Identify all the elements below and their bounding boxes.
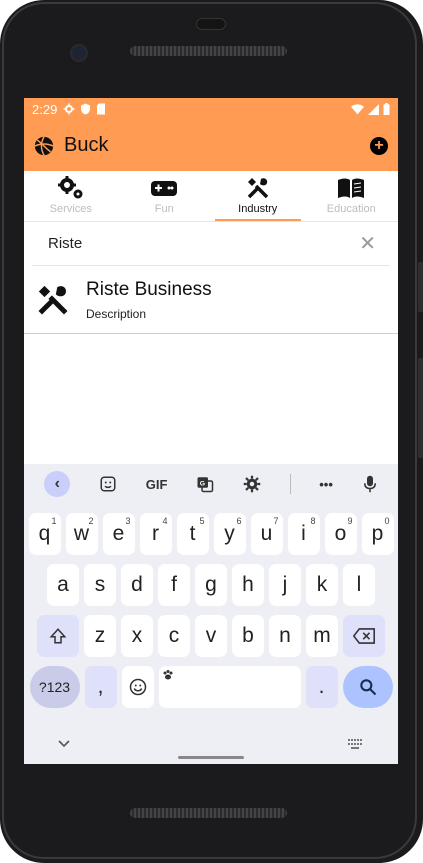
volume-button xyxy=(418,358,423,458)
tab-label: Education xyxy=(326,203,376,215)
shield-notification-icon xyxy=(81,103,91,115)
app-logo-icon xyxy=(34,135,54,156)
svg-text:G: G xyxy=(200,481,205,488)
gears-icon xyxy=(57,176,83,199)
search-icon xyxy=(359,679,376,696)
keyboard-icon[interactable] xyxy=(348,739,364,749)
backspace-key[interactable] xyxy=(343,615,385,657)
tab-industry[interactable]: Industry xyxy=(211,171,305,221)
key-a[interactable]: a xyxy=(47,564,79,606)
key-b[interactable]: b xyxy=(232,615,264,657)
key-r[interactable]: r4 xyxy=(139,513,172,555)
key-y[interactable]: y6 xyxy=(213,513,246,555)
category-tabs: Services Fun Industry Education xyxy=(24,171,398,222)
key-x[interactable]: x xyxy=(121,615,153,657)
paw-icon xyxy=(163,670,172,680)
mic-icon[interactable] xyxy=(362,475,378,493)
emoji-icon xyxy=(129,678,146,696)
keyboard-row-3: z x c v b n m xyxy=(24,615,398,657)
sdcard-notification-icon xyxy=(97,103,106,115)
tab-fun[interactable]: Fun xyxy=(118,171,212,221)
tools-icon xyxy=(247,178,268,199)
home-indicator[interactable] xyxy=(178,756,244,759)
result-title: Riste Business xyxy=(86,278,212,300)
plus-circle-icon[interactable]: + xyxy=(370,136,388,155)
key-e[interactable]: e3 xyxy=(102,513,135,555)
chevron-down-icon[interactable] xyxy=(58,740,70,748)
earpiece xyxy=(196,18,226,30)
space-key[interactable] xyxy=(158,666,301,708)
backspace-icon xyxy=(353,628,375,644)
emoji-key[interactable] xyxy=(121,666,154,708)
key-c[interactable]: c xyxy=(158,615,190,657)
key-k[interactable]: k xyxy=(306,564,338,606)
tab-label: Services xyxy=(49,203,92,215)
key-d[interactable]: d xyxy=(121,564,153,606)
comma-key[interactable]: , xyxy=(84,666,117,708)
keyboard-row-1: q1 w2 e3 r4 t5 y6 u7 i8 o9 p0 xyxy=(24,513,398,555)
status-bar: 2:29 xyxy=(24,98,398,120)
tab-services[interactable]: Services xyxy=(24,171,118,221)
key-z[interactable]: z xyxy=(84,615,116,657)
key-g[interactable]: g xyxy=(195,564,227,606)
key-u[interactable]: u7 xyxy=(250,513,283,555)
shift-icon xyxy=(49,628,67,644)
key-l[interactable]: l xyxy=(343,564,375,606)
symbols-key[interactable]: ?123 xyxy=(29,666,80,708)
screen: 2:29 Buck + Services Fun Industry Educat… xyxy=(24,98,398,764)
translate-icon[interactable]: G xyxy=(196,475,214,493)
gif-button[interactable]: GIF xyxy=(146,477,168,492)
settings-notification-icon xyxy=(63,103,75,115)
key-j[interactable]: j xyxy=(269,564,301,606)
result-description: Description xyxy=(86,306,147,321)
phone-frame: 2:29 Buck + Services Fun Industry Educat… xyxy=(0,0,423,863)
signal-icon xyxy=(368,103,379,115)
tab-education[interactable]: Education xyxy=(305,171,399,221)
toolbar-divider xyxy=(289,474,291,494)
gamepad-icon xyxy=(151,181,178,196)
key-p[interactable]: p0 xyxy=(361,513,394,555)
app-title: Buck xyxy=(64,134,109,156)
app-bar: Buck + xyxy=(24,120,398,171)
key-m[interactable]: m xyxy=(306,615,338,657)
gear-icon[interactable] xyxy=(243,475,261,493)
tab-label: Industry xyxy=(238,203,278,215)
sticker-icon[interactable] xyxy=(99,475,117,493)
keyboard-toolbar: ‹ GIF G ••• xyxy=(24,464,398,504)
key-i[interactable]: i8 xyxy=(287,513,320,555)
book-icon xyxy=(338,178,365,198)
front-camera xyxy=(70,44,88,62)
chevron-left-icon[interactable]: ‹ xyxy=(44,471,71,497)
key-v[interactable]: v xyxy=(195,615,227,657)
tab-label: Fun xyxy=(154,203,174,215)
key-n[interactable]: n xyxy=(269,615,301,657)
keyboard-row-4: ?123 , . xyxy=(24,666,398,708)
wifi-icon xyxy=(351,103,364,114)
top-speaker xyxy=(130,46,287,56)
key-h[interactable]: h xyxy=(232,564,264,606)
key-s[interactable]: s xyxy=(84,564,116,606)
key-o[interactable]: o9 xyxy=(324,513,357,555)
close-icon[interactable]: ✕ xyxy=(359,231,376,256)
soft-keyboard: ‹ GIF G ••• q1 w2 e3 r4 t5 y6 u7 i8 o9 p… xyxy=(24,464,398,764)
bottom-speaker xyxy=(130,808,287,818)
shift-key[interactable] xyxy=(37,615,79,657)
search-bar: ✕ xyxy=(32,222,390,266)
search-key[interactable] xyxy=(342,666,393,708)
tools-icon xyxy=(38,285,68,315)
power-button xyxy=(418,262,423,312)
more-icon[interactable]: ••• xyxy=(319,477,333,492)
list-item[interactable]: Riste Business Description xyxy=(24,266,398,334)
period-key[interactable]: . xyxy=(305,666,338,708)
keyboard-row-2: a s d f g h j k l xyxy=(24,564,398,606)
status-time: 2:29 xyxy=(32,101,58,117)
battery-icon xyxy=(383,103,390,115)
key-f[interactable]: f xyxy=(158,564,190,606)
key-w[interactable]: w2 xyxy=(65,513,98,555)
key-q[interactable]: q1 xyxy=(28,513,61,555)
search-input[interactable] xyxy=(46,234,360,253)
key-t[interactable]: t5 xyxy=(176,513,209,555)
